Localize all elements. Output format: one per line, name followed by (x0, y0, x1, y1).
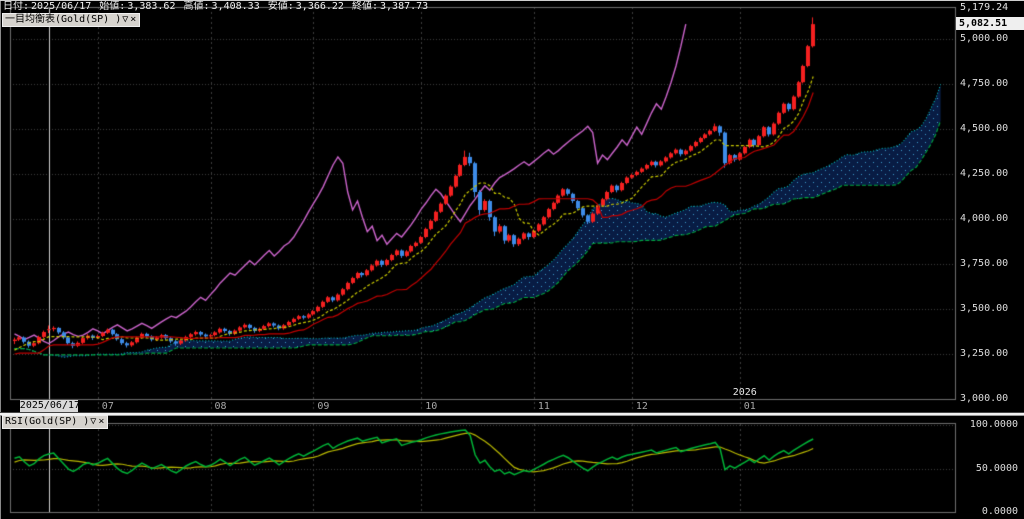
high-value: 3,408.33 (211, 1, 260, 12)
date-value: 2025/06/17 (31, 1, 92, 12)
rsi-tick-label: 100.0000 (969, 419, 1018, 430)
month-tick-label: 12 (635, 401, 648, 412)
low-label: 安値: (267, 1, 294, 12)
price-tick-label: 4,250.00 (960, 168, 1009, 179)
rsi-tick-label: 50.0000 (975, 462, 1018, 474)
rsi-tick-label: 0.0000 (981, 506, 1018, 517)
price-tick-label: 4,000.00 (960, 213, 1009, 224)
month-tick-label: 09 (317, 401, 330, 412)
current-price-tag: 5,082.51 (956, 17, 1024, 31)
open-value: 3,383.62 (127, 1, 176, 12)
current-price-value: 5,082.51 (959, 18, 1008, 30)
date-label: 日付: (3, 1, 30, 12)
open-label: 始値: (99, 1, 126, 12)
ichimoku-panel-title: 一目均衡表(Gold(SP) ) (5, 14, 122, 25)
price-chart-canvas[interactable] (0, 1, 1024, 519)
window-left-border (0, 1, 1, 519)
ohlc-info-bar: 日付: 2025/06/17 始値: 3,383.62 高値: 3,408.33 安値… (3, 1, 430, 12)
chart-window: 日付: 2025/06/17 始値: 3,383.62 高値: 3,408.33 安値… (0, 0, 1024, 519)
close-icon[interactable]: × (97, 416, 105, 427)
panel-splitter[interactable] (0, 412, 1024, 416)
rsi-panel-header: RSI(Gold(SP) )▽ × (2, 415, 109, 429)
rsi-panel-title: RSI(Gold(SP) ) (5, 416, 90, 427)
month-tick-label: 11 (537, 401, 550, 412)
low-value: 3,366.22 (295, 1, 344, 12)
year-label: 2026 (732, 387, 757, 398)
high-label: 高値: (183, 1, 210, 12)
close-icon[interactable]: × (129, 14, 137, 25)
month-tick-label: 07 (101, 401, 114, 412)
price-tick-label: 3,500.00 (960, 303, 1009, 314)
price-tick-label: 4,750.00 (960, 78, 1009, 89)
price-tick-label: 5,000.00 (960, 33, 1009, 44)
month-tick-label: 08 (214, 401, 227, 412)
price-tick-label: 3,250.00 (960, 348, 1009, 359)
close-label: 終値: (351, 1, 379, 12)
price-tick-label: 3,750.00 (960, 258, 1009, 269)
ichimoku-panel-header: 一目均衡表(Gold(SP) )▽ × (2, 13, 141, 27)
close-value: 3,387.73 (380, 1, 429, 12)
cursor-date-tag: 2025/06/17 (19, 400, 81, 412)
month-tick-label: 10 (425, 401, 438, 412)
price-axis-max-label: 5,179.24 (960, 2, 1009, 13)
price-tick-label: 4,500.00 (960, 123, 1009, 134)
price-tick-label: 3,000.00 (960, 393, 1009, 404)
month-tick-label: 01 (743, 401, 756, 412)
